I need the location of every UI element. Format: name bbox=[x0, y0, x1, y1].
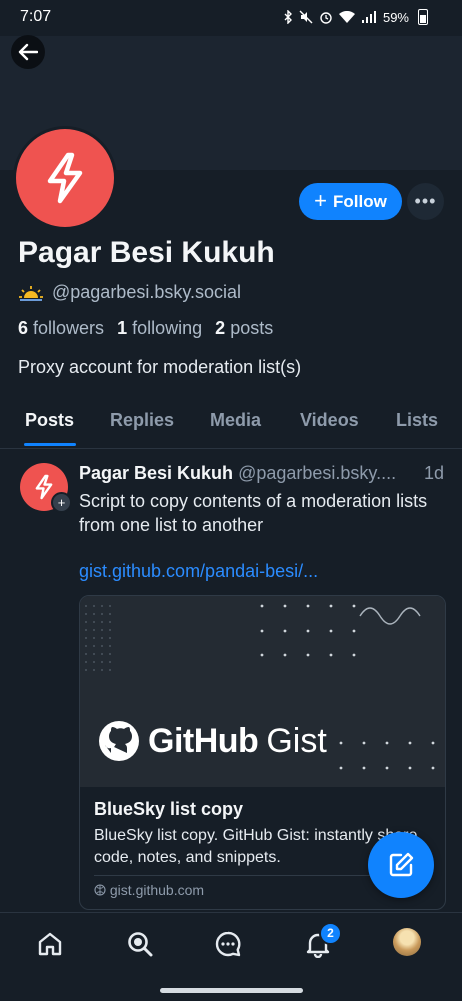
wifi-icon bbox=[338, 10, 355, 23]
chat-icon bbox=[215, 931, 241, 957]
gesture-home-bar[interactable] bbox=[160, 988, 303, 993]
card-title: BlueSky list copy bbox=[94, 799, 244, 819]
battery-icon bbox=[418, 9, 428, 25]
profile-tabs: Posts Replies Media Videos Lists bbox=[0, 398, 462, 449]
avatar-image bbox=[16, 129, 114, 227]
post-author-handle[interactable]: @pagarbesi.bsky.... bbox=[238, 463, 396, 483]
status-time: 7:07 bbox=[20, 8, 52, 25]
tab-media[interactable]: Media bbox=[210, 410, 261, 431]
compose-button[interactable] bbox=[368, 832, 434, 898]
following-link[interactable]: 1 following bbox=[117, 318, 202, 338]
logo-product: Gist bbox=[266, 721, 327, 760]
status-icons: 59% bbox=[283, 7, 428, 27]
card-domain-row: gist.github.com bbox=[94, 882, 204, 898]
post-author-name[interactable]: Pagar Besi Kukuh bbox=[79, 463, 233, 483]
follow-plus-badge[interactable]: + bbox=[51, 492, 72, 513]
plus-icon: + bbox=[314, 187, 328, 213]
bluetooth-icon bbox=[284, 10, 292, 24]
sun-icon bbox=[19, 285, 43, 301]
handle: @pagarbesi.bsky.social bbox=[52, 282, 242, 302]
post-link[interactable]: gist.github.com/pandai-besi/... bbox=[79, 561, 318, 582]
github-octocat-icon bbox=[99, 721, 139, 761]
following-label: following bbox=[132, 318, 203, 338]
followers-label: followers bbox=[33, 318, 105, 338]
handle-row: @pagarbesi.bsky.social bbox=[18, 282, 241, 303]
logo-brand: GitHub bbox=[148, 721, 259, 760]
nav-chat[interactable] bbox=[213, 929, 243, 959]
lightning-icon bbox=[47, 152, 83, 204]
active-tab-indicator bbox=[24, 443, 76, 446]
alarm-icon bbox=[320, 12, 332, 24]
nav-profile-avatar[interactable] bbox=[393, 928, 421, 956]
globe-icon bbox=[94, 884, 106, 896]
tab-lists[interactable]: Lists bbox=[396, 410, 438, 431]
mute-icon bbox=[299, 10, 313, 24]
card-image: GitHub Gist bbox=[80, 596, 445, 787]
card-domain: gist.github.com bbox=[109, 882, 205, 898]
tab-replies[interactable]: Replies bbox=[110, 410, 174, 431]
more-options-button[interactable]: ••• bbox=[407, 183, 444, 220]
signal-icon bbox=[361, 10, 376, 23]
profile-avatar[interactable] bbox=[13, 126, 117, 230]
battery-percent: 59% bbox=[382, 9, 409, 25]
search-icon bbox=[128, 932, 153, 957]
tab-posts[interactable]: Posts bbox=[25, 410, 74, 431]
post-timestamp: 1d bbox=[424, 463, 445, 483]
bio: Proxy account for moderation list(s) bbox=[18, 357, 302, 377]
nav-home[interactable] bbox=[35, 929, 65, 959]
following-count: 1 bbox=[117, 318, 128, 338]
compose-icon bbox=[389, 852, 414, 877]
posts-stat: 2 posts bbox=[215, 318, 273, 338]
follow-label: Follow bbox=[333, 191, 387, 211]
ellipsis-icon: ••• bbox=[414, 191, 437, 211]
github-gist-logo: GitHub Gist bbox=[98, 720, 327, 762]
follow-button[interactable]: + Follow bbox=[299, 183, 402, 220]
posts-label: posts bbox=[230, 318, 274, 338]
followers-link[interactable]: 6 followers bbox=[18, 318, 104, 338]
posts-count: 2 bbox=[215, 318, 226, 338]
nav-search[interactable] bbox=[125, 929, 155, 959]
profile-stats: 6 followers 1 following 2 posts bbox=[18, 318, 273, 339]
tab-videos[interactable]: Videos bbox=[300, 410, 359, 431]
arrow-left-icon bbox=[18, 43, 38, 61]
back-button[interactable] bbox=[11, 35, 45, 69]
post-header: Pagar Besi Kukuh @pagarbesi.bsky.... bbox=[79, 463, 396, 484]
home-icon bbox=[38, 932, 62, 956]
followers-count: 6 bbox=[18, 318, 29, 338]
post-text: Script to copy contents of a moderation … bbox=[79, 491, 428, 535]
notification-badge: 2 bbox=[319, 922, 342, 945]
display-name: Pagar Besi Kukuh bbox=[18, 236, 275, 269]
status-bar: 7:07 59% bbox=[0, 0, 462, 36]
